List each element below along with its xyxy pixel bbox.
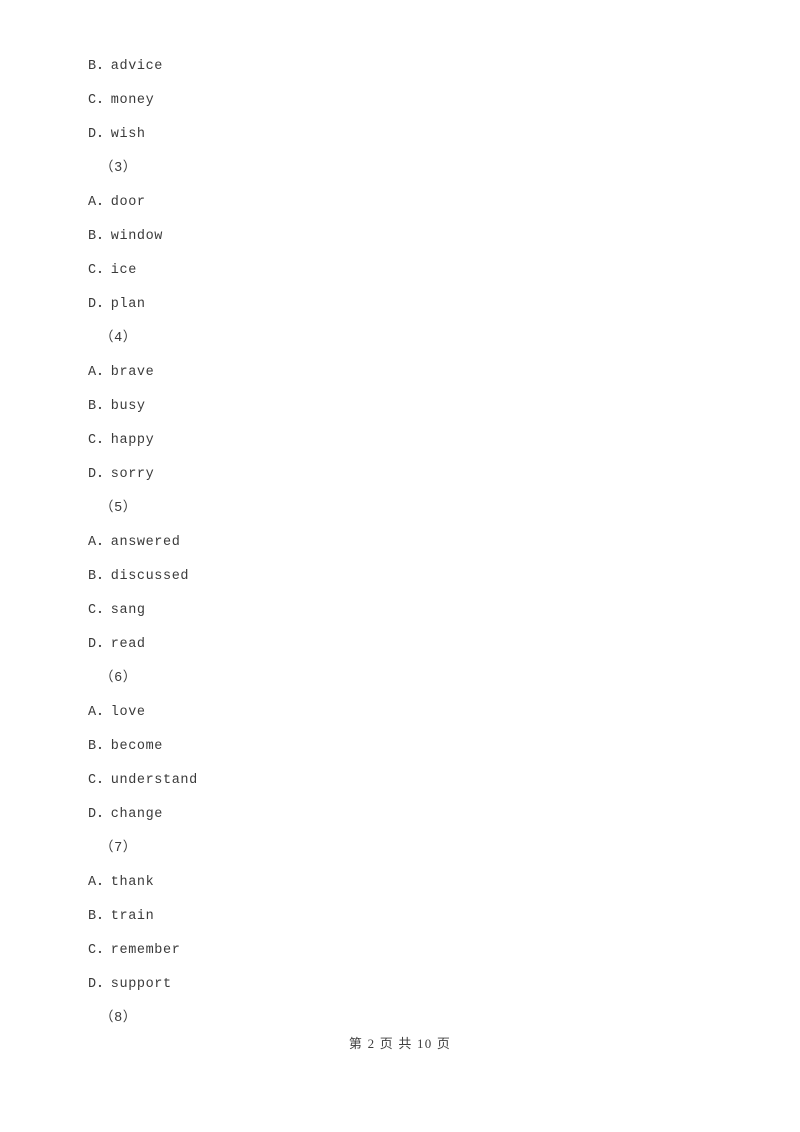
answer-option: B．busy bbox=[88, 399, 146, 414]
question-number: （7） bbox=[100, 841, 137, 856]
answer-option: D．plan bbox=[88, 297, 146, 312]
answer-option: D．wish bbox=[88, 127, 146, 142]
answer-option: C．ice bbox=[88, 263, 137, 278]
answer-option: C．sang bbox=[88, 603, 146, 618]
document-page: B．advice C．money D．wish （3） A．door B．window C．… bbox=[0, 0, 800, 1132]
answer-option: A．answered bbox=[88, 535, 181, 550]
answer-option: A．love bbox=[88, 705, 146, 720]
answer-option: C．understand bbox=[88, 773, 198, 788]
answer-option: A．door bbox=[88, 195, 146, 210]
answer-option: B．advice bbox=[88, 59, 164, 74]
answer-option: B．discussed bbox=[88, 569, 190, 584]
answer-option: A．thank bbox=[88, 875, 155, 890]
answer-option: B．become bbox=[88, 739, 164, 754]
answer-option: D．sorry bbox=[88, 467, 155, 482]
question-number: （6） bbox=[100, 671, 137, 686]
question-number: （8） bbox=[100, 1011, 137, 1026]
answer-option: B．window bbox=[88, 229, 164, 244]
question-options-list: B．advice C．money D．wish （3） A．door B．window C．… bbox=[88, 50, 708, 1036]
answer-option: C．happy bbox=[88, 433, 155, 448]
answer-option: D．change bbox=[88, 807, 164, 822]
answer-option: C．money bbox=[88, 93, 155, 108]
question-number: （4） bbox=[100, 331, 137, 346]
answer-option: C．remember bbox=[88, 943, 181, 958]
answer-option: D．read bbox=[88, 637, 146, 652]
page-footer: 第 2 页 共 10 页 bbox=[348, 1036, 452, 1051]
question-number: （3） bbox=[100, 161, 137, 176]
answer-option: D．support bbox=[88, 977, 172, 992]
answer-option: B．train bbox=[88, 909, 155, 924]
answer-option: A．brave bbox=[88, 365, 155, 380]
question-number: （5） bbox=[100, 501, 137, 516]
